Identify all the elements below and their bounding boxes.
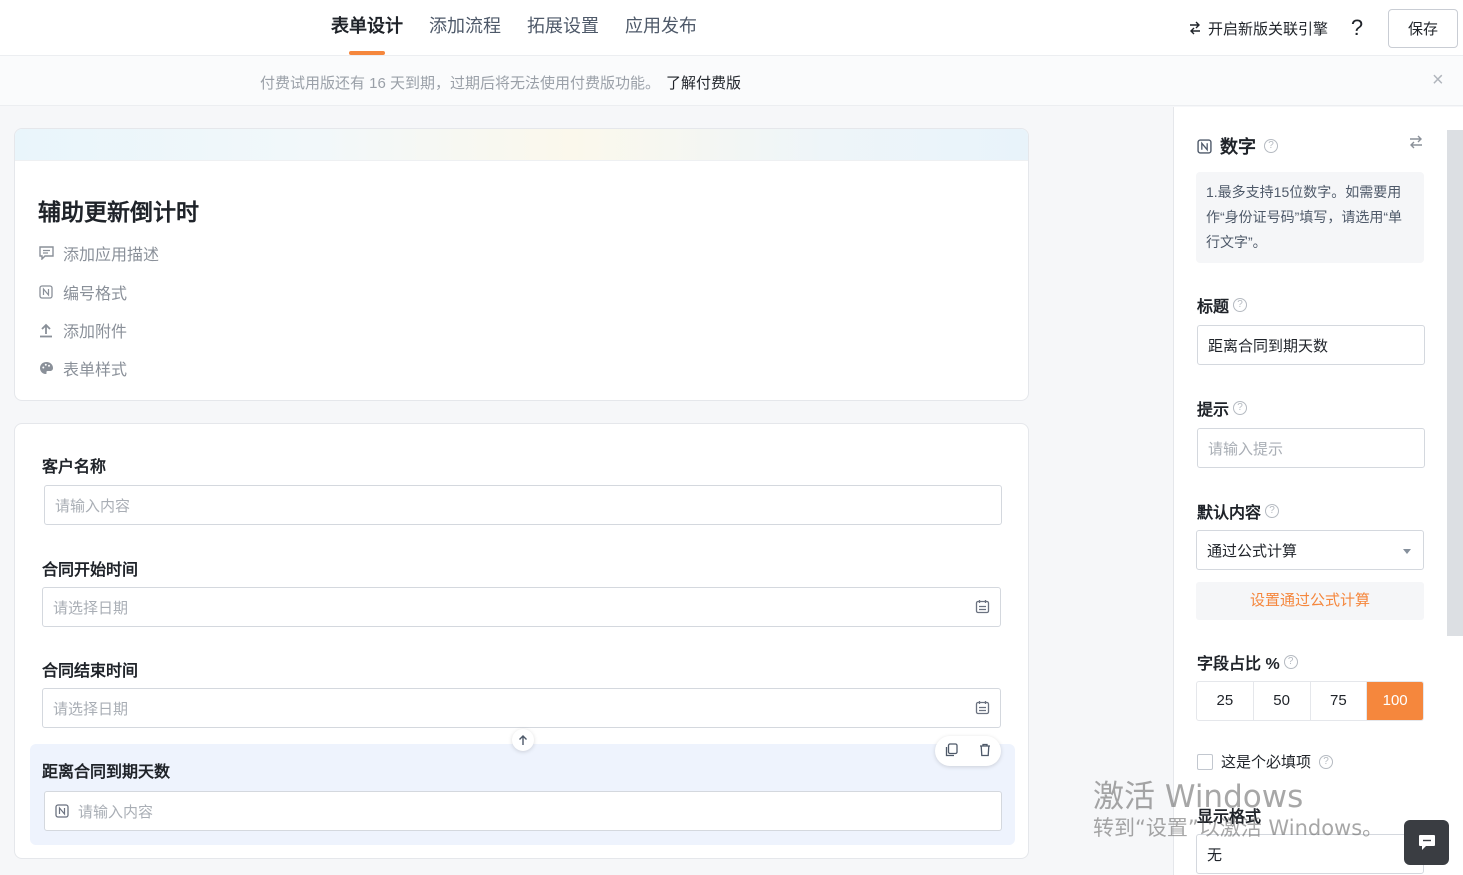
required-row: 这是个必填项 ?	[1197, 751, 1334, 772]
hint-label-text: 提示	[1197, 402, 1230, 419]
number-format-item[interactable]: 编号格式	[38, 280, 127, 304]
field-type-label: 数字	[1220, 137, 1256, 157]
number-field-icon	[1197, 138, 1212, 154]
arrow-up-icon	[519, 734, 527, 745]
help-icon[interactable]: ?	[1283, 655, 1298, 669]
ratio-option-25[interactable]: 25	[1197, 682, 1254, 720]
title-label: 标题 ?	[1197, 293, 1248, 317]
default-content-value: 通过公式计算	[1207, 542, 1298, 560]
ratio-option-50[interactable]: 50	[1254, 682, 1311, 720]
panel-scrollbar[interactable]	[1447, 130, 1463, 636]
learn-paid-link[interactable]: 了解付费版	[666, 75, 741, 92]
customer-name-input[interactable]: 请输入内容	[44, 485, 1002, 525]
customer-name-placeholder: 请输入内容	[55, 497, 131, 515]
field-label-days-to-expiry[interactable]: 距离合同到期天数	[42, 758, 170, 782]
title-input[interactable]: 距离合同到期天数	[1197, 325, 1425, 365]
field-ratio-label-text: 字段占比 %	[1197, 656, 1280, 673]
tab-app-publish[interactable]: 应用发布	[612, 0, 710, 56]
chevron-down-icon	[1403, 549, 1411, 554]
required-checkbox[interactable]	[1197, 753, 1213, 770]
chat-button[interactable]	[1404, 820, 1449, 865]
hint-input[interactable]: 请输入提示	[1197, 428, 1425, 468]
app-header-card: 辅助更新倒计时 添加应用描述 编号格式 添加附件 表单样式	[14, 128, 1029, 401]
help-icon[interactable]: ?	[1265, 504, 1280, 518]
notice-message: 付费试用版还有 16 天到期，过期后将无法使用付费版功能。	[260, 75, 661, 92]
top-bar: 表单设计 添加流程 拓展设置 应用发布 开启新版关联引擎 ? 保存	[0, 0, 1463, 56]
number-format-icon	[38, 284, 54, 300]
field-tip: 1.最多支持15位数字。如需要用作“身份证号码”填写，请选用“单行文字”。	[1196, 172, 1424, 263]
required-label[interactable]: 这是个必填项	[1221, 751, 1311, 772]
contract-start-placeholder: 请选择日期	[53, 599, 129, 617]
new-engine-link[interactable]: 开启新版关联引擎	[1188, 18, 1328, 39]
title-input-value: 距离合同到期天数	[1208, 337, 1329, 355]
top-actions: 开启新版关联引擎 ? 保存	[1188, 0, 1463, 56]
number-format-label: 编号格式	[63, 286, 128, 303]
header-banner	[15, 129, 1028, 161]
field-label-contract-end[interactable]: 合同结束时间	[42, 657, 138, 681]
selected-field-days-to-expiry[interactable]: 距离合同到期天数 请输入内容	[30, 744, 1015, 845]
help-icon[interactable]: ?	[1346, 15, 1368, 41]
calendar-icon[interactable]	[975, 599, 990, 618]
field-label-customer-name[interactable]: 客户名称	[42, 453, 106, 477]
delete-icon[interactable]	[979, 743, 991, 760]
add-description-label: 添加应用描述	[63, 247, 160, 264]
add-attachment-label: 添加附件	[63, 324, 128, 341]
contract-end-placeholder: 请选择日期	[53, 700, 129, 718]
hint-label: 提示 ?	[1197, 396, 1248, 420]
chat-icon	[1418, 835, 1435, 850]
calendar-icon[interactable]	[975, 700, 990, 719]
default-content-label: 默认内容 ?	[1197, 499, 1280, 523]
app-title[interactable]: 辅助更新倒计时	[38, 193, 199, 227]
form-style-item[interactable]: 表单样式	[38, 356, 127, 380]
switch-type-icon[interactable]	[1408, 134, 1424, 153]
field-type-title: 数字 ?	[1197, 133, 1278, 159]
number-field-icon	[55, 804, 69, 818]
help-icon[interactable]: ?	[1319, 754, 1334, 769]
days-to-expiry-placeholder: 请输入内容	[78, 803, 154, 821]
main-tabs: 表单设计 添加流程 拓展设置 应用发布	[318, 0, 710, 56]
activation-watermark-title: 激活 Windows	[1093, 779, 1304, 815]
days-to-expiry-input[interactable]: 请输入内容	[44, 791, 1002, 831]
move-up-button[interactable]	[512, 729, 534, 751]
display-format-value: 无	[1207, 846, 1223, 864]
title-label-text: 标题	[1197, 299, 1230, 316]
tab-form-design[interactable]: 表单设计	[318, 0, 416, 56]
field-actions	[935, 736, 1001, 766]
tab-add-process[interactable]: 添加流程	[416, 0, 514, 56]
new-engine-label: 开启新版关联引擎	[1207, 20, 1328, 38]
field-ratio-label: 字段占比 % ?	[1197, 650, 1298, 674]
contract-end-date-picker[interactable]: 请选择日期	[42, 688, 1001, 728]
help-icon[interactable]: ?	[1233, 298, 1248, 312]
close-icon[interactable]: ×	[1432, 70, 1444, 90]
trial-notice: 付费试用版还有 16 天到期，过期后将无法使用付费版功能。 了解付费版 ×	[0, 56, 1463, 106]
comment-icon	[38, 245, 54, 261]
field-ratio-selector: 25 50 75 100	[1196, 681, 1424, 721]
help-icon[interactable]: ?	[1233, 401, 1248, 415]
add-attachment-item[interactable]: 添加附件	[38, 318, 127, 342]
ratio-option-75[interactable]: 75	[1311, 682, 1368, 720]
activation-watermark-subtitle: 转到“设置”以激活 Windows。	[1093, 816, 1384, 840]
save-button[interactable]: 保存	[1388, 8, 1458, 48]
copy-icon[interactable]	[945, 742, 958, 760]
hint-input-placeholder: 请输入提示	[1208, 440, 1284, 458]
form-style-label: 表单样式	[63, 362, 128, 379]
default-content-select[interactable]: 通过公式计算	[1196, 530, 1424, 570]
notice-text: 付费试用版还有 16 天到期，过期后将无法使用付费版功能。 了解付费版	[260, 72, 741, 93]
field-label-contract-start[interactable]: 合同开始时间	[42, 556, 138, 580]
ratio-option-100[interactable]: 100	[1367, 682, 1423, 720]
contract-start-date-picker[interactable]: 请选择日期	[42, 587, 1001, 627]
set-formula-button[interactable]: 设置通过公式计算	[1196, 582, 1424, 620]
form-canvas-card: 客户名称 请输入内容 合同开始时间 请选择日期 合同结束时间 请选择日期 距离合…	[14, 423, 1029, 859]
palette-icon	[38, 360, 54, 376]
add-description-item[interactable]: 添加应用描述	[38, 241, 159, 265]
upload-icon	[38, 322, 54, 338]
swap-arrows-icon	[1189, 21, 1200, 35]
tab-extension-settings[interactable]: 拓展设置	[514, 0, 612, 56]
default-content-label-text: 默认内容	[1197, 505, 1262, 522]
help-icon[interactable]: ?	[1264, 139, 1278, 153]
